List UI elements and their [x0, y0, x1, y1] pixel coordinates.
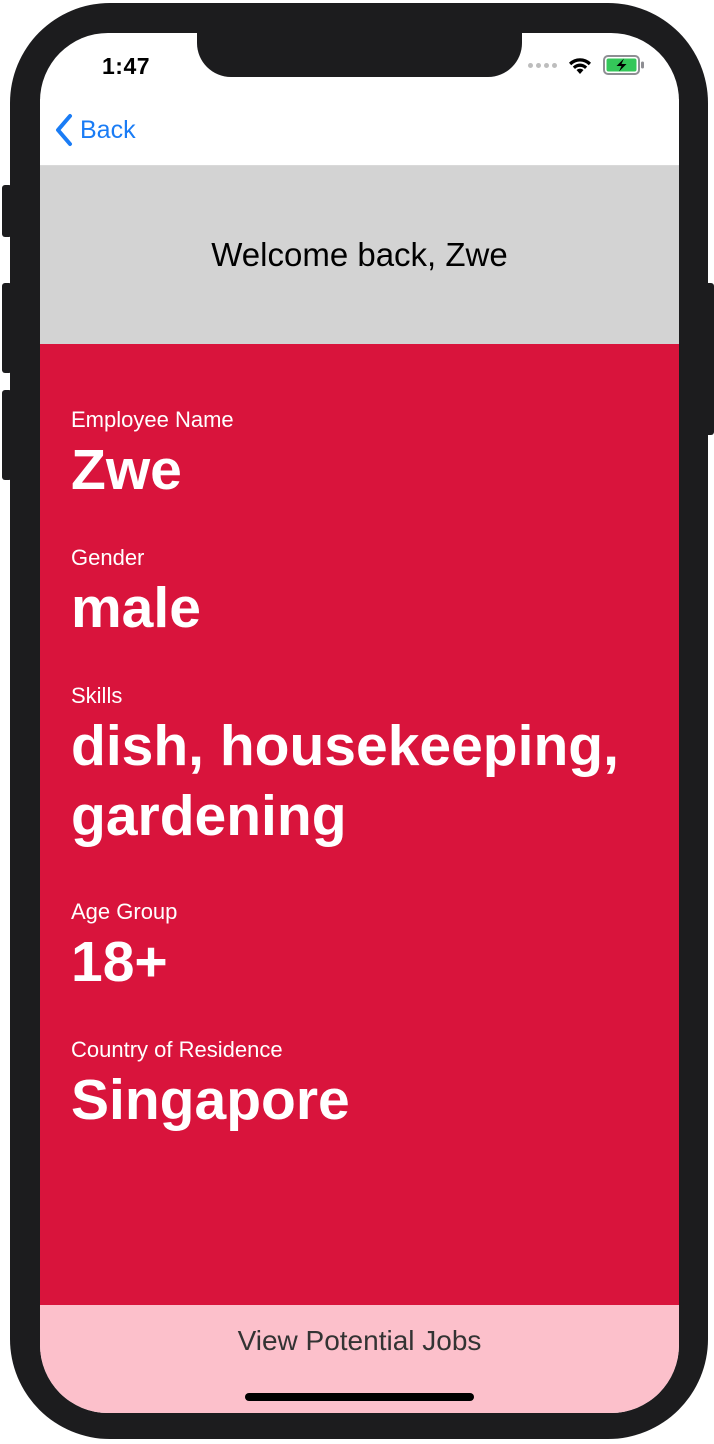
field-value: dish, housekeeping, gardening: [71, 714, 619, 848]
field-age-group: Age Group 18+: [71, 899, 661, 997]
field-employee-name: Employee Name Zwe: [71, 407, 661, 505]
field-label: Age Group: [71, 899, 178, 924]
field-country: Country of Residence Singapore: [71, 1037, 661, 1135]
field-label: Employee Name: [71, 407, 234, 432]
volume-down-button: [2, 390, 12, 480]
mute-switch: [2, 185, 12, 237]
screen: 1:47 Back Welcome back, Zwe Employee Nam…: [40, 33, 679, 1413]
wifi-icon: [569, 58, 591, 74]
field-skills: Skills dish, housekeeping, gardening: [71, 683, 661, 851]
back-button[interactable]: Back: [54, 113, 136, 147]
field-label: Country of Residence: [71, 1037, 283, 1062]
status-icons: [528, 55, 645, 75]
navigation-bar: Back: [40, 99, 679, 166]
field-label: Gender: [71, 545, 145, 570]
profile-card: Employee Name Zwe Gender male Skills dis…: [40, 344, 679, 1305]
field-value: 18+: [71, 930, 168, 994]
volume-up-button: [2, 283, 12, 373]
cellular-signal-icon: [528, 62, 557, 68]
back-label: Back: [80, 115, 136, 144]
field-gender: Gender male: [71, 545, 661, 643]
field-label: Skills: [71, 683, 123, 708]
status-time: 1:47: [102, 53, 151, 79]
field-value: Singapore: [71, 1068, 350, 1132]
welcome-banner: Welcome back, Zwe: [40, 166, 679, 344]
field-value: male: [71, 576, 201, 640]
chevron-left-icon: [56, 114, 72, 146]
home-indicator: [245, 1393, 474, 1401]
welcome-text: Welcome back, Zwe: [211, 236, 508, 273]
notch: [197, 33, 522, 77]
field-value: Zwe: [71, 438, 182, 502]
power-button: [704, 283, 714, 435]
battery-charging-icon: [603, 55, 644, 75]
